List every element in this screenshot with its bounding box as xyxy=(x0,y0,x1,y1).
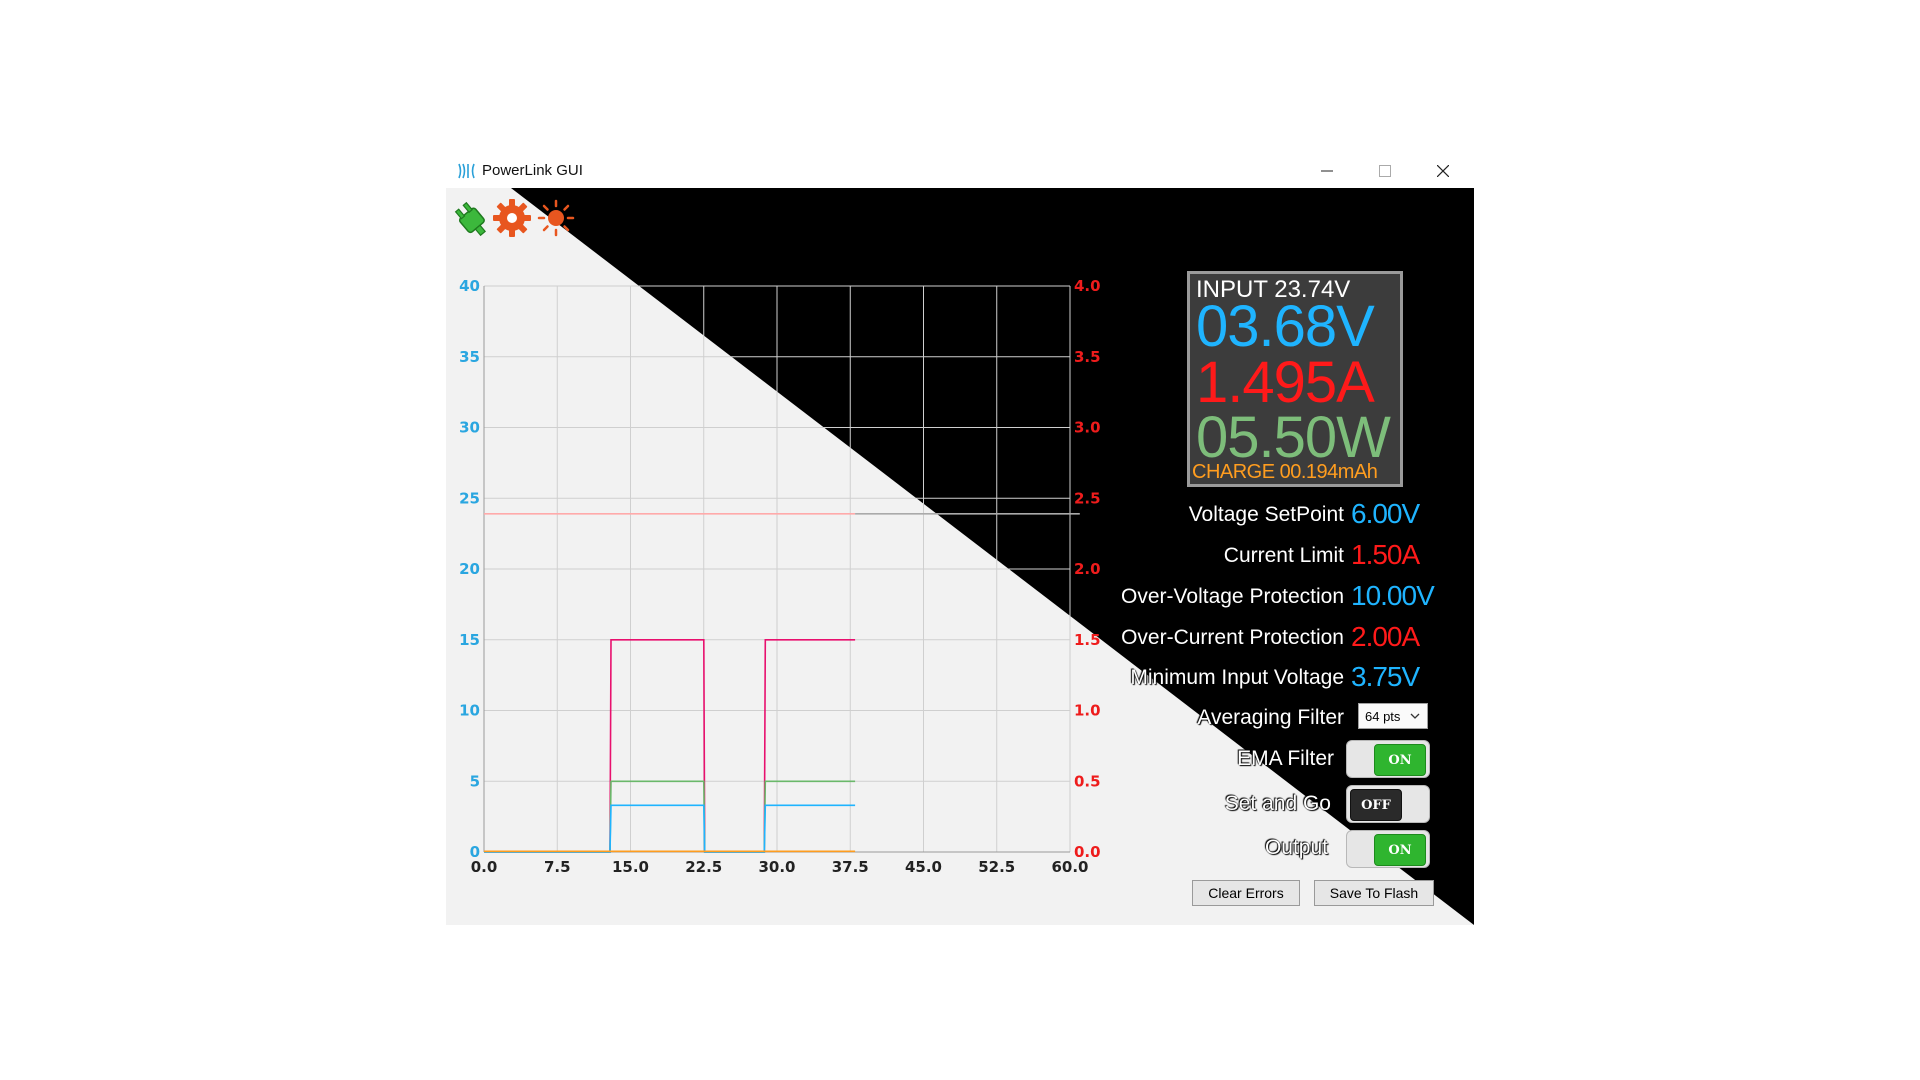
chevron-down-icon xyxy=(1410,713,1420,719)
ocp-label: Over-Current Protection xyxy=(1121,626,1344,649)
set-and-go-state: OFF xyxy=(1350,789,1402,821)
x-tick-label: 30.0 xyxy=(758,858,795,876)
averaging-filter-value: 64 pts xyxy=(1365,709,1401,724)
readout-display: INPUT 23.74V 03.68V 1.495A 05.50W CHARGE… xyxy=(1187,271,1403,487)
y-right-tick-label: 1.0 xyxy=(1074,702,1101,720)
set-and-go-label: Set and Go xyxy=(1224,792,1331,815)
minimize-icon xyxy=(1321,170,1333,172)
x-tick-label: 7.5 xyxy=(544,858,571,876)
ema-filter-toggle[interactable]: ON xyxy=(1346,740,1430,778)
y-left-tick-label: 40 xyxy=(459,277,480,295)
x-tick-label: 37.5 xyxy=(832,858,869,876)
y-left-tick-label: 30 xyxy=(459,419,480,437)
x-tick-label: 22.5 xyxy=(685,858,722,876)
y-right-tick-label: 0.5 xyxy=(1074,772,1101,790)
app-logo-icon xyxy=(458,163,475,179)
clear-errors-button[interactable]: Clear Errors xyxy=(1192,880,1300,906)
ovp-value[interactable]: 10.00V xyxy=(1351,580,1435,612)
y-right-tick-label: 0.0 xyxy=(1074,843,1101,861)
title-bar[interactable]: PowerLink GUI xyxy=(446,154,1474,188)
y-left-tick-label: 25 xyxy=(459,489,480,507)
output-power-readout: 05.50W xyxy=(1196,405,1391,470)
series-line-4 xyxy=(484,780,856,853)
series-line-3 xyxy=(484,638,856,853)
averaging-filter-select[interactable]: 64 pts xyxy=(1358,703,1428,729)
output-label: Output xyxy=(1264,836,1328,859)
voltage-setpoint-value[interactable]: 6.00V xyxy=(1351,498,1420,530)
y-left-tick-label: 10 xyxy=(459,702,480,720)
y-right-tick-label: 2.0 xyxy=(1074,560,1101,578)
app-window: PowerLink GUI 0.0 7.5 15.0 22.5 30.0 37.… xyxy=(446,154,1474,925)
x-tick-label: 45.0 xyxy=(905,858,942,876)
min-input-voltage-label: Minimum Input Voltage xyxy=(1130,666,1344,689)
min-input-voltage-value[interactable]: 3.75V xyxy=(1351,661,1420,693)
close-icon xyxy=(1437,165,1449,177)
x-tick-label: 15.0 xyxy=(612,858,649,876)
y-right-tick-label: 1.5 xyxy=(1074,631,1101,649)
window-title: PowerLink GUI xyxy=(482,162,583,179)
y-right-tick-label: 3.5 xyxy=(1074,348,1101,366)
set-and-go-toggle[interactable]: OFF xyxy=(1346,785,1430,823)
y-left-tick-label: 35 xyxy=(459,348,480,366)
y-left-tick-label: 20 xyxy=(459,560,480,578)
voltage-setpoint-label: Voltage SetPoint xyxy=(1188,503,1344,526)
y-right-tick-label: 2.5 xyxy=(1074,489,1101,507)
maximize-button[interactable] xyxy=(1356,154,1414,188)
averaging-filter-label: Averaging Filter xyxy=(1197,706,1344,729)
output-toggle[interactable]: ON xyxy=(1346,830,1430,868)
output-state: ON xyxy=(1374,834,1426,866)
y-right-tick-label: 4.0 xyxy=(1074,277,1101,295)
y-right-tick-label: 3.0 xyxy=(1074,419,1101,437)
client-area: 0.0 7.5 15.0 22.5 30.0 37.5 45.0 52.5 60.0 0 5 10 15… xyxy=(446,188,1474,925)
ovp-label: Over-Voltage Protection xyxy=(1121,585,1344,608)
output-current-readout: 1.495A xyxy=(1196,350,1375,415)
ema-filter-label: EMA Filter xyxy=(1237,747,1334,770)
close-button[interactable] xyxy=(1414,154,1472,188)
save-to-flash-button[interactable]: Save To Flash xyxy=(1314,880,1434,906)
series-line-5 xyxy=(484,804,856,853)
current-limit-value[interactable]: 1.50A xyxy=(1351,539,1420,571)
current-limit-label: Current Limit xyxy=(1223,544,1344,567)
x-tick-label: 52.5 xyxy=(978,858,1015,876)
minimize-button[interactable] xyxy=(1298,154,1356,188)
charge-readout: CHARGE 00.194mAh xyxy=(1192,461,1378,483)
y-left-tick-label: 5 xyxy=(470,772,480,790)
output-voltage-readout: 03.68V xyxy=(1196,294,1375,359)
y-left-tick-label: 15 xyxy=(459,631,480,649)
maximize-icon xyxy=(1379,165,1391,177)
y-left-tick-label: 0 xyxy=(470,843,480,861)
ema-filter-state: ON xyxy=(1374,744,1426,776)
ocp-value[interactable]: 2.00A xyxy=(1351,621,1420,653)
